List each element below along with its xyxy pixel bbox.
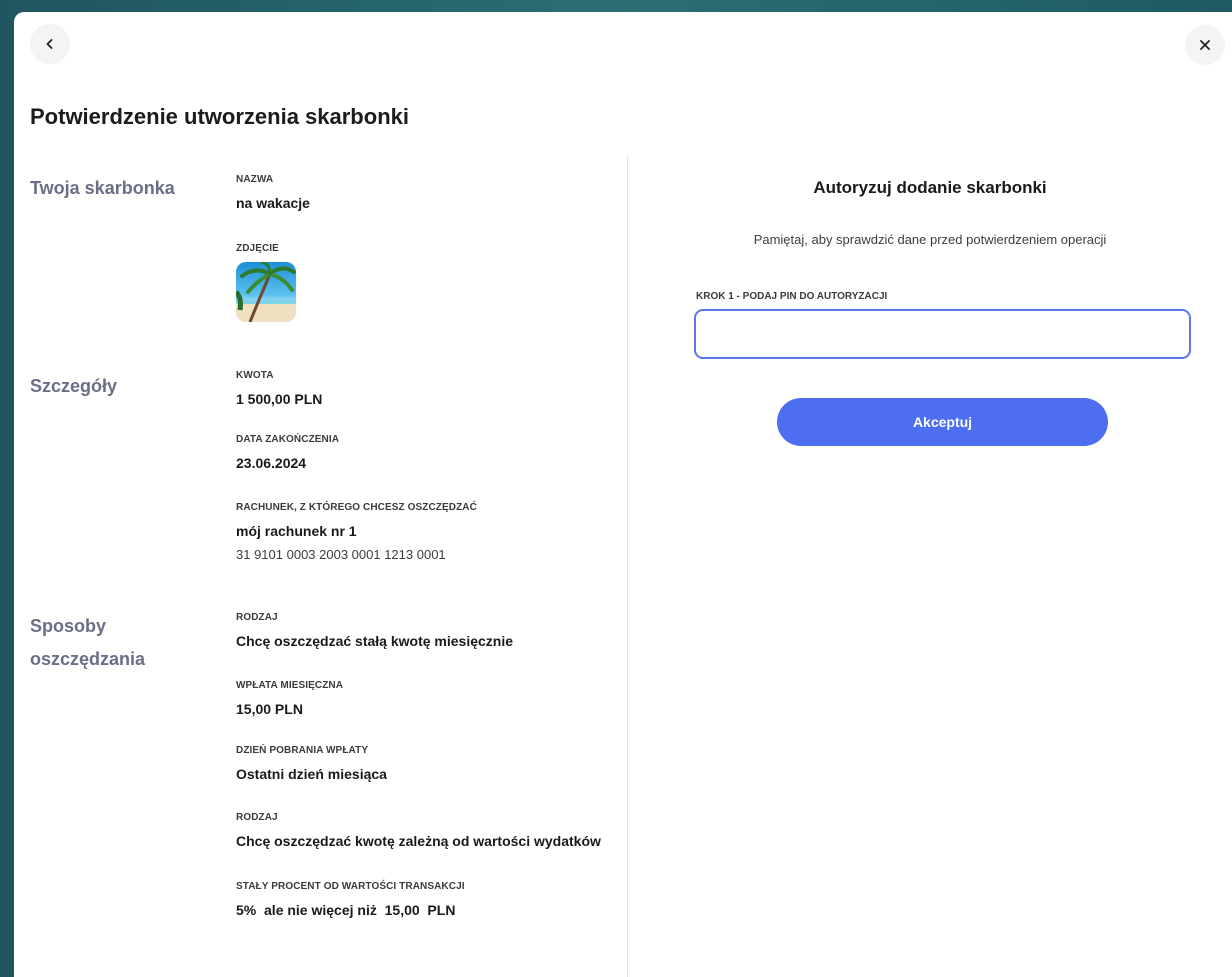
field-zdjecie: ZDJĘCIE — [236, 243, 296, 322]
section-title-szczegoly: Szczegóły — [30, 376, 118, 396]
pin-input[interactable] — [694, 309, 1191, 359]
field-label: ZDJĘCIE — [236, 243, 279, 254]
field-nazwa: NAZWA na wakacje — [236, 174, 310, 211]
chevron-left-icon — [44, 38, 56, 50]
field-value: 15,00 PLN — [236, 701, 303, 717]
piggy-bank-photo — [236, 262, 296, 322]
field-data-zakonczenia: DATA ZAKOŃCZENIA 23.06.2024 — [236, 434, 339, 471]
field-label: NAZWA — [236, 174, 274, 185]
field-value: Chcę oszczędzać stałą kwotę miesięcznie — [236, 633, 514, 649]
account-number: 31 9101 0003 2003 0001 1213 0001 — [236, 547, 446, 562]
field-value: 1 500,00 PLN — [236, 391, 323, 407]
field-label: STAŁY PROCENT OD WARTOŚCI TRANSAKCJI — [236, 881, 465, 892]
back-button[interactable] — [30, 24, 70, 64]
close-button[interactable] — [1185, 25, 1225, 65]
field-rachunek: RACHUNEK, Z KTÓREGO CHCESZ OSZCZĘDZAĆ mó… — [236, 502, 477, 562]
pin-label: KROK 1 - PODAJ PIN DO AUTORYZACJI — [696, 291, 888, 302]
section-title-line: Sposoby — [30, 616, 107, 636]
field-value: Ostatni dzień miesiąca — [236, 766, 387, 782]
field-label: RACHUNEK, Z KTÓREGO CHCESZ OSZCZĘDZAĆ — [236, 502, 477, 513]
field-wplata-miesieczna: WPŁATA MIESIĘCZNA 15,00 PLN — [236, 680, 343, 717]
field-label: RODZAJ — [236, 812, 278, 823]
auth-subtitle: Pamiętaj, aby sprawdzić dane przed potwi… — [753, 232, 1107, 247]
field-label: DZIEŃ POBRANIA WPŁATY — [236, 745, 369, 756]
field-kwota: KWOTA 1 500,00 PLN — [236, 370, 322, 407]
section-title-line: oszczędzania — [30, 649, 146, 669]
section-title-sposoby: Sposoby oszczędzania — [30, 610, 145, 676]
field-value: 23.06.2024 — [236, 455, 307, 471]
field-label: RODZAJ — [236, 612, 278, 623]
page-title: Potwierdzenie utworzenia skarbonki — [30, 104, 409, 129]
field-value: mój rachunek nr 1 — [236, 523, 357, 539]
modal-dialog: Potwierdzenie utworzenia skarbonki Twoja… — [14, 12, 1232, 977]
field-staly-procent: STAŁY PROCENT OD WARTOŚCI TRANSAKCJI 5% … — [236, 881, 465, 918]
column-divider — [627, 155, 628, 977]
field-value: 5% ale nie więcej niż 15,00 PLN — [236, 902, 456, 918]
field-dzien-pobrania: DZIEŃ POBRANIA WPŁATY Ostatni dzień mies… — [236, 745, 387, 782]
field-value: na wakacje — [236, 195, 310, 211]
accept-button[interactable]: Akceptuj — [777, 398, 1108, 446]
section-title-twoja-skarbonka: Twoja skarbonka — [30, 178, 175, 198]
field-label: WPŁATA MIESIĘCZNA — [236, 680, 344, 691]
field-label: KWOTA — [236, 370, 274, 381]
field-rodzaj-1: RODZAJ Chcę oszczędzać stałą kwotę miesi… — [236, 612, 513, 649]
auth-title: Autoryzuj dodanie skarbonki — [813, 178, 1047, 197]
field-value: Chcę oszczędzać kwotę zależną od wartośc… — [236, 833, 601, 849]
close-icon — [1199, 39, 1211, 51]
field-label: DATA ZAKOŃCZENIA — [236, 434, 340, 445]
field-rodzaj-2: RODZAJ Chcę oszczędzać kwotę zależną od … — [236, 812, 601, 849]
